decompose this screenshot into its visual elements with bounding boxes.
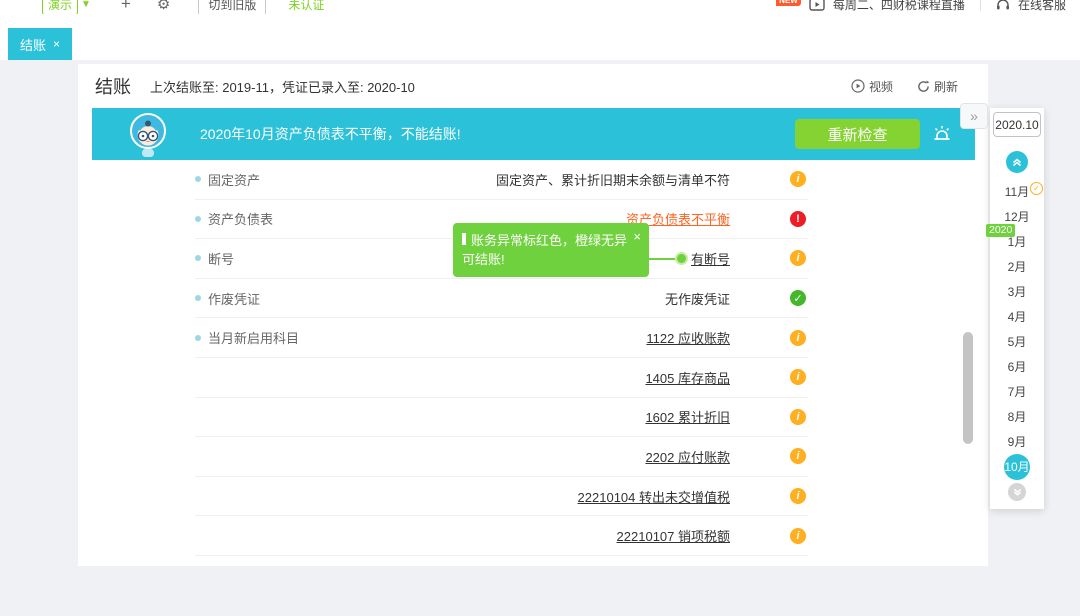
check-row-account: 22210104 转出未交增值税 i bbox=[195, 477, 808, 517]
double-chevron-down-icon bbox=[1012, 487, 1023, 498]
period-value-box[interactable]: 2020.10 bbox=[993, 112, 1041, 137]
collapse-panel-button[interactable]: » bbox=[960, 103, 988, 129]
bullet-icon bbox=[195, 335, 201, 341]
check-item-label: 作废凭证 bbox=[208, 289, 260, 308]
month-item-sep[interactable]: 9月 bbox=[990, 429, 1044, 454]
month-item-apr[interactable]: 4月 bbox=[990, 304, 1044, 329]
info-icon: i bbox=[790, 369, 806, 385]
info-icon: i bbox=[790, 448, 806, 464]
tooltip-connector-line bbox=[649, 258, 677, 260]
period-selector-panel: 2020.10 11月 ✓ 12月 2020 1月 2月 3月 4月 5月 6月… bbox=[990, 108, 1044, 509]
check-row-account: 1602 累计折旧 i bbox=[195, 398, 808, 438]
check-row-new-accounts: 当月新启用科目 1122 应收账款 i bbox=[195, 318, 808, 358]
tooltip-anchor-dot bbox=[675, 252, 688, 265]
play-circle-icon bbox=[851, 79, 865, 93]
close-icon[interactable]: × bbox=[53, 38, 60, 50]
close-icon[interactable]: × bbox=[633, 230, 641, 243]
check-row-account: 2202 应付账款 i bbox=[195, 437, 808, 477]
video-course-icon bbox=[809, 0, 825, 11]
info-icon: i bbox=[790, 171, 806, 187]
live-course-link[interactable]: 每周二、四财税课程直播 bbox=[833, 0, 965, 13]
check-row-fixed-assets: 固定资产 固定资产、累计折旧期末余额与清单不符 i bbox=[195, 160, 808, 200]
check-row-account: 1405 库存商品 i bbox=[195, 358, 808, 398]
online-service-link[interactable]: 在线客服 bbox=[1018, 0, 1066, 13]
month-item-aug[interactable]: 8月 bbox=[990, 404, 1044, 429]
tooltip-bar bbox=[462, 233, 466, 245]
hint-tooltip: 账务异常标红色，橙绿无异可结账! × bbox=[453, 223, 649, 277]
month-item-jan[interactable]: 2020 1月 bbox=[990, 229, 1044, 254]
tooltip-text: 账务异常标红色，橙绿无异可结账! bbox=[462, 233, 627, 267]
month-item-jun[interactable]: 6月 bbox=[990, 354, 1044, 379]
check-item-label: 资产负债表 bbox=[208, 209, 273, 228]
bullet-icon bbox=[195, 295, 201, 301]
info-icon: i bbox=[790, 488, 806, 504]
check-list: 固定资产 固定资产、累计折旧期末余额与清单不符 i 资产负债表 资产负债表不平衡… bbox=[195, 160, 808, 556]
closing-status-text: 上次结账至: 2019-11，凭证已录入至: 2020-10 bbox=[150, 77, 415, 96]
workspace-badge[interactable]: 演示 bbox=[42, 0, 78, 14]
account-link[interactable]: 1122 应收账款 bbox=[646, 328, 730, 347]
closing-panel: 结账 上次结账至: 2019-11，凭证已录入至: 2020-10 视频 刷新 bbox=[78, 64, 988, 566]
refresh-button[interactable]: 刷新 bbox=[917, 78, 958, 95]
switch-old-version-button[interactable]: 切到旧版 bbox=[198, 0, 266, 14]
account-link[interactable]: 22210104 转出未交增值税 bbox=[578, 487, 730, 506]
new-badge: NEW bbox=[776, 0, 801, 6]
alarm-icon[interactable] bbox=[930, 122, 954, 146]
topbar: 演示 ▼ + ⚙ 切到旧版 未认证 NEW 每周二、四财税课程直播 | 在线客服 bbox=[0, 0, 1080, 14]
bullet-icon bbox=[195, 176, 201, 182]
account-link[interactable]: 1405 库存商品 bbox=[645, 368, 730, 387]
month-list: 11月 ✓ 12月 2020 1月 2月 3月 4月 5月 6月 7月 8月 9… bbox=[990, 179, 1044, 479]
scroll-down-button[interactable] bbox=[1008, 483, 1026, 501]
check-item-label: 断号 bbox=[208, 249, 234, 268]
check-item-label: 固定资产 bbox=[208, 170, 260, 189]
month-item-oct-selected[interactable]: 10月 bbox=[990, 454, 1044, 479]
account-link[interactable]: 2202 应付账款 bbox=[645, 447, 730, 466]
add-button[interactable]: + bbox=[121, 0, 131, 14]
top-strip: 演示 ▼ + ⚙ 切到旧版 未认证 NEW 每周二、四财税课程直播 | 在线客服… bbox=[0, 0, 1080, 60]
warning-banner: 2020年10月资产负债表不平衡，不能结账! 重新检查 bbox=[92, 108, 975, 160]
month-item-may[interactable]: 5月 bbox=[990, 329, 1044, 354]
info-icon: i bbox=[790, 528, 806, 544]
error-icon: ! bbox=[790, 211, 806, 227]
bullet-icon bbox=[195, 216, 201, 222]
check-item-label: 当月新启用科目 bbox=[208, 328, 299, 347]
page-title: 结账 bbox=[95, 73, 131, 99]
gear-icon[interactable]: ⚙ bbox=[157, 0, 170, 13]
broken-number-link[interactable]: 有断号 bbox=[691, 249, 730, 268]
info-icon: i bbox=[790, 330, 806, 346]
check-row-broken-number: 断号 有断号 i 账务异常标红色，橙绿无异可结账! × bbox=[195, 239, 808, 279]
info-icon: i bbox=[790, 250, 806, 266]
panel-header: 结账 上次结账至: 2019-11，凭证已录入至: 2020-10 视频 刷新 bbox=[78, 64, 988, 108]
account-link[interactable]: 1602 累计折旧 bbox=[645, 407, 730, 426]
video-button[interactable]: 视频 bbox=[851, 78, 893, 95]
closed-check-icon: ✓ bbox=[1030, 182, 1043, 195]
divider: | bbox=[979, 0, 982, 11]
scroll-up-button[interactable] bbox=[1006, 151, 1028, 173]
account-link[interactable]: 22210107 销项税额 bbox=[617, 526, 730, 545]
success-icon: ✓ bbox=[790, 290, 806, 306]
check-item-result: 固定资产、累计折旧期末余额与清单不符 bbox=[496, 170, 730, 189]
bullet-icon bbox=[195, 255, 201, 261]
tab-closing[interactable]: 结账 × bbox=[8, 28, 72, 60]
chevron-down-icon[interactable]: ▼ bbox=[81, 0, 91, 10]
info-icon: i bbox=[790, 409, 806, 425]
headset-icon bbox=[996, 0, 1010, 11]
mascot-icon bbox=[124, 110, 172, 158]
not-certified-link[interactable]: 未认证 bbox=[288, 0, 324, 13]
banner-message: 2020年10月资产负债表不平衡，不能结账! bbox=[200, 124, 461, 144]
month-item-feb[interactable]: 2月 bbox=[990, 254, 1044, 279]
year-badge: 2020 bbox=[986, 224, 1015, 237]
month-item-mar[interactable]: 3月 bbox=[990, 279, 1044, 304]
check-item-result: 无作废凭证 bbox=[665, 289, 730, 308]
month-item-nov[interactable]: 11月 ✓ bbox=[990, 179, 1044, 204]
month-item-jul[interactable]: 7月 bbox=[990, 379, 1044, 404]
check-row-account: 22210107 销项税额 i bbox=[195, 516, 808, 556]
double-chevron-up-icon bbox=[1011, 156, 1023, 168]
recheck-button[interactable]: 重新检查 bbox=[795, 119, 920, 149]
check-row-void-voucher: 作废凭证 无作废凭证 ✓ bbox=[195, 279, 808, 319]
tab-label: 结账 bbox=[20, 35, 46, 54]
refresh-icon bbox=[917, 80, 930, 93]
scrollbar-thumb[interactable] bbox=[963, 332, 973, 444]
